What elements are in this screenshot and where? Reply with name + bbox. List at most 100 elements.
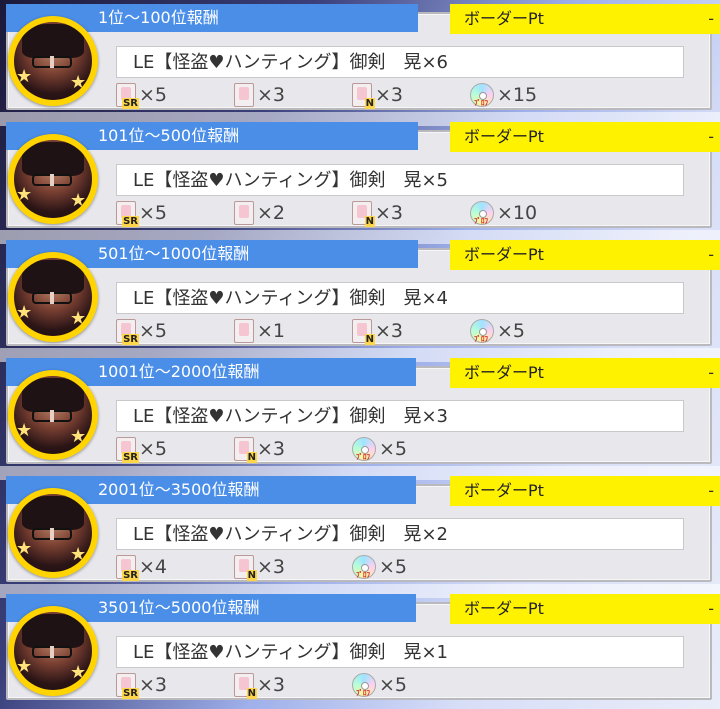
reward-quantity: ×15 xyxy=(497,84,538,106)
glasses-shape xyxy=(32,528,72,540)
reward-item: ﾌﾟﾛﾌ ×15 xyxy=(470,82,537,108)
reward-quantity: ×3 xyxy=(139,674,168,696)
border-pt-label: ボーダーPt xyxy=(464,363,544,382)
reward-item: SR ×5 xyxy=(116,82,168,109)
reward-quantity: ×5 xyxy=(139,438,168,460)
n-ticket-icon: N xyxy=(352,201,375,227)
reward-quantity: ×2 xyxy=(257,202,286,224)
glasses-shape xyxy=(32,56,72,68)
star-icon: ★ xyxy=(16,302,33,323)
glasses-shape xyxy=(32,174,72,186)
border-pt-tab: ボーダーPt - xyxy=(450,594,720,624)
character-portrait: ★ ★ xyxy=(14,376,92,454)
reward-quantity: ×5 xyxy=(139,84,168,106)
reward-row: SR ×5 ×2 N ×3 ﾌﾟﾛﾌ ×10 xyxy=(116,200,700,227)
character-portrait: ★ ★ xyxy=(14,140,92,218)
reward-item: SR ×5 xyxy=(116,318,168,345)
character-avatar: ★ ★ xyxy=(8,488,98,578)
reward-quantity: ×3 xyxy=(375,84,404,106)
reward-item: N ×3 xyxy=(352,318,404,345)
ticket-rarity-tag: SR xyxy=(122,688,139,699)
reward-row: SR ×4 N ×3 ﾌﾟﾛﾌ ×5 xyxy=(116,554,700,581)
ticket-icon xyxy=(234,83,254,107)
ticket-rarity-tag: SR xyxy=(122,98,139,109)
ticket-rarity-tag: N xyxy=(246,688,257,699)
star-icon: ★ xyxy=(70,308,87,329)
reward-quantity: ×1 xyxy=(257,320,286,342)
hair-shape xyxy=(22,24,84,58)
hair-shape xyxy=(22,142,84,176)
reward-quantity: ×5 xyxy=(379,674,408,696)
border-pt-tab: ボーダーPt - xyxy=(450,358,720,388)
border-pt-value: - xyxy=(708,363,714,382)
reward-quantity: ×3 xyxy=(375,320,404,342)
reward-item-name: LE【怪盗♥ハンティング】御剣 晃×3 xyxy=(116,400,684,432)
n-ticket-icon: N xyxy=(234,437,257,463)
reward-tier-card: 2001位〜3500位報酬 ボーダーPt - ★ ★ LE【怪盗♥ハンティング】… xyxy=(6,476,720,582)
star-icon: ★ xyxy=(70,544,87,565)
hair-shape xyxy=(22,614,84,648)
ticket-rarity-tag: N xyxy=(364,216,375,227)
reward-quantity: ×5 xyxy=(379,556,408,578)
reward-item: ﾌﾟﾛﾌ ×5 xyxy=(470,318,525,344)
reward-quantity: ×3 xyxy=(257,556,286,578)
reward-tier-card: 101位〜500位報酬 ボーダーPt - ★ ★ LE【怪盗♥ハンティング】御剣… xyxy=(6,122,720,228)
ticket-rarity-tag: SR xyxy=(122,570,139,581)
border-pt-label: ボーダーPt xyxy=(464,9,544,28)
border-pt-label: ボーダーPt xyxy=(464,245,544,264)
character-portrait: ★ ★ xyxy=(14,258,92,336)
reward-item: N ×3 xyxy=(234,554,286,581)
sr-ticket-icon: SR xyxy=(116,555,139,581)
reward-quantity: ×5 xyxy=(139,320,168,342)
disc-icon: ﾌﾟﾛﾌ xyxy=(470,201,494,225)
reward-tier-card: 3501位〜5000位報酬 ボーダーPt - ★ ★ LE【怪盗♥ハンティング】… xyxy=(6,594,720,700)
n-ticket-icon: N xyxy=(234,673,257,699)
reward-tier-card: 1位〜100位報酬 ボーダーPt - ★ ★ LE【怪盗♥ハンティング】御剣 晃… xyxy=(6,4,720,110)
star-icon: ★ xyxy=(70,426,87,447)
character-avatar: ★ ★ xyxy=(8,16,98,106)
reward-row: SR ×3 N ×3 ﾌﾟﾛﾌ ×5 xyxy=(116,672,700,699)
ticket-rarity-tag: SR xyxy=(122,334,139,345)
n-ticket-icon: N xyxy=(352,319,375,345)
reward-quantity: ×3 xyxy=(257,674,286,696)
reward-item: N ×3 xyxy=(352,200,403,227)
border-pt-tab: ボーダーPt - xyxy=(450,240,720,270)
sr-ticket-icon: SR xyxy=(116,673,139,699)
reward-quantity: ×5 xyxy=(497,320,526,342)
n-ticket-icon: N xyxy=(352,83,375,109)
reward-tier-card: 1001位〜2000位報酬 ボーダーPt - ★ ★ LE【怪盗♥ハンティング】… xyxy=(6,358,720,464)
reward-quantity: ×3 xyxy=(257,84,286,106)
reward-quantity: ×5 xyxy=(379,438,408,460)
ticket-rarity-tag: N xyxy=(246,452,257,463)
border-pt-tab: ボーダーPt - xyxy=(450,122,720,152)
star-icon: ★ xyxy=(16,66,33,87)
star-icon: ★ xyxy=(16,420,33,441)
reward-item: ﾌﾟﾛﾌ ×5 xyxy=(352,672,407,698)
reward-item: SR ×3 xyxy=(116,672,168,699)
sr-ticket-icon: SR xyxy=(116,83,139,109)
reward-item: SR ×4 xyxy=(116,554,167,581)
hair-shape xyxy=(22,260,84,294)
reward-item-name: LE【怪盗♥ハンティング】御剣 晃×6 xyxy=(116,46,684,78)
disc-icon: ﾌﾟﾛﾌ xyxy=(470,83,494,107)
ticket-icon xyxy=(234,319,254,343)
ticket-rarity-tag: N xyxy=(364,98,375,109)
reward-item: ﾌﾟﾛﾌ ×10 xyxy=(470,200,537,226)
reward-item: N ×3 xyxy=(234,672,286,699)
reward-row: SR ×5 N ×3 ﾌﾟﾛﾌ ×5 xyxy=(116,436,700,463)
character-avatar: ★ ★ xyxy=(8,134,98,224)
border-pt-value: - xyxy=(708,9,714,28)
border-pt-tab: ボーダーPt - xyxy=(450,4,720,34)
border-pt-value: - xyxy=(708,599,714,618)
ticket-rarity-tag: SR xyxy=(122,452,139,463)
disc-icon: ﾌﾟﾛﾌ xyxy=(470,319,494,343)
reward-item: N ×3 xyxy=(234,436,285,463)
reward-item-name: LE【怪盗♥ハンティング】御剣 晃×1 xyxy=(116,636,684,668)
reward-item-name: LE【怪盗♥ハンティング】御剣 晃×2 xyxy=(116,518,684,550)
border-pt-value: - xyxy=(708,245,714,264)
sr-ticket-icon: SR xyxy=(116,319,139,345)
ticket-rarity-tag: SR xyxy=(122,216,139,227)
reward-item-name: LE【怪盗♥ハンティング】御剣 晃×4 xyxy=(116,282,684,314)
star-icon: ★ xyxy=(70,190,87,211)
star-icon: ★ xyxy=(16,538,33,559)
